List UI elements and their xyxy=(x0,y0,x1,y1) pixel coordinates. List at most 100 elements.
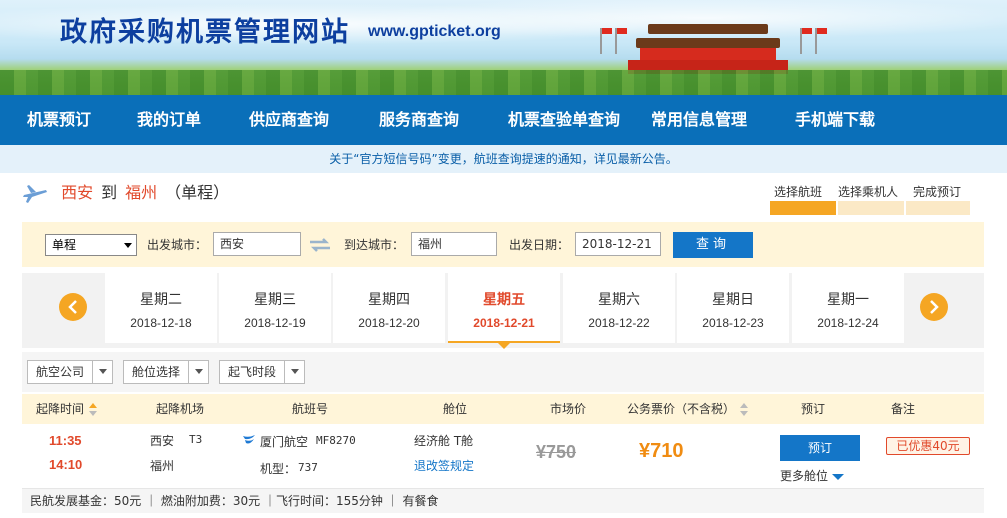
chevron-right-icon xyxy=(930,300,939,314)
th-market-price: 市场价 xyxy=(550,402,587,416)
flight-row: 11:35 14:10 西安 T3 福州 厦门航空 MF8270 机型： 737… xyxy=(22,425,984,489)
day-weekday: 星期四 xyxy=(368,292,410,308)
day-tab[interactable]: 星期三 2018-12-19 xyxy=(219,273,331,343)
departure-terminal: T3 xyxy=(189,433,203,446)
nav-item-mobile-download[interactable]: 手机端下载 xyxy=(795,95,875,145)
departure-airport: 西安 xyxy=(150,434,175,448)
nav-item-supplier-query[interactable]: 供应商查询 xyxy=(249,95,329,145)
day-weekday: 星期六 xyxy=(598,292,640,308)
tiananmen-illustration xyxy=(628,24,788,74)
chevron-down-icon xyxy=(92,361,112,383)
nav-item-ticket-booking[interactable]: 机票预订 xyxy=(27,95,91,145)
book-button[interactable]: 预订 xyxy=(780,435,860,461)
discount-badge: 已优惠40元 xyxy=(886,437,970,455)
step-select-flight: 选择航班 xyxy=(774,185,823,199)
header-banner: 政府采购机票管理网站 www.gpticket.org xyxy=(0,0,1007,95)
step-bar xyxy=(906,201,970,215)
flag-icon xyxy=(600,28,612,54)
day-date: 2018-12-21 xyxy=(473,316,535,330)
departure-time: 11:35 xyxy=(49,433,82,448)
step-bar xyxy=(838,201,904,215)
day-weekday: 星期一 xyxy=(827,292,869,308)
flight-number: MF8270 xyxy=(316,434,356,447)
next-day-button[interactable] xyxy=(920,293,948,321)
search-bar: 单程 出发城市： 西安 到达城市： 福州 出发日期： 2018-12-21 查询 xyxy=(22,222,984,267)
th-airport: 起降机场 xyxy=(156,402,205,416)
prev-day-button[interactable] xyxy=(59,293,87,321)
airline-name: 厦门航空 xyxy=(260,435,309,449)
day-tab[interactable]: 星期四 2018-12-20 xyxy=(333,273,445,343)
aircraft-label: 机型： xyxy=(260,462,297,476)
departure-time-filter[interactable]: 起飞时段 xyxy=(219,360,305,384)
arrival-airport: 福州 xyxy=(150,459,175,473)
nav-item-info-manage[interactable]: 常用信息管理 xyxy=(651,95,747,145)
day-weekday: 星期二 xyxy=(140,292,182,308)
trip-type-select[interactable]: 单程 xyxy=(45,234,137,256)
day-tab[interactable]: 星期二 2018-12-18 xyxy=(105,273,217,343)
flight-extra-info: 民航发展基金：50元 ｜ 燃油附加费：30元 ｜飞行时间：155分钟 ｜ 有餐食 xyxy=(22,489,984,513)
flag-icon xyxy=(615,28,627,54)
route-to-word: 到 xyxy=(101,183,118,202)
date-strip: 星期二 2018-12-18 星期三 2018-12-19 星期四 2018-1… xyxy=(22,273,984,349)
th-cabin: 舱位 xyxy=(443,402,468,416)
day-date: 2018-12-23 xyxy=(702,316,764,330)
route-from: 西安 xyxy=(61,183,94,202)
market-price: ¥750 xyxy=(536,442,577,462)
step-select-passenger: 选择乘机人 xyxy=(838,185,899,199)
swap-icon[interactable] xyxy=(308,237,332,253)
day-tab-active[interactable]: 星期五 2018-12-21 xyxy=(448,273,560,349)
xiamen-airlines-logo-icon xyxy=(243,435,255,444)
step-complete: 完成预订 xyxy=(913,185,962,199)
route-summary: 西安到福州 （单程） xyxy=(22,180,229,206)
arrival-time: 14:10 xyxy=(49,457,83,472)
flag-icon xyxy=(815,28,827,54)
airline-filter[interactable]: 航空公司 xyxy=(27,360,113,384)
chevron-down-icon xyxy=(188,361,208,383)
more-cabins-link[interactable]: 更多舱位 xyxy=(780,467,845,484)
cabin-filter-label: 舱位选择 xyxy=(132,365,181,379)
cabin-filter[interactable]: 舱位选择 xyxy=(123,360,209,384)
departure-time-filter-label: 起飞时段 xyxy=(228,365,277,379)
day-weekday: 星期日 xyxy=(712,292,754,308)
day-date: 2018-12-19 xyxy=(244,316,306,330)
route-trip-type: （单程） xyxy=(165,183,230,202)
nav-item-ticket-verify[interactable]: 机票查验单查询 xyxy=(508,95,620,145)
day-tab[interactable]: 星期一 2018-12-24 xyxy=(792,273,904,343)
th-gov-price[interactable]: 公务票价（不含税） xyxy=(627,394,749,424)
th-flight-no: 航班号 xyxy=(292,402,329,416)
day-date: 2018-12-24 xyxy=(817,316,879,330)
date-label: 出发日期： xyxy=(509,238,570,252)
nav-item-service-query[interactable]: 服务商查询 xyxy=(379,95,459,145)
day-tab[interactable]: 星期六 2018-12-22 xyxy=(563,273,675,343)
from-city-label: 出发城市： xyxy=(147,238,208,252)
to-city-label: 到达城市： xyxy=(344,238,405,252)
day-weekday: 星期三 xyxy=(254,292,296,308)
chevron-left-icon xyxy=(68,300,77,314)
main-nav: 机票预订 我的订单 供应商查询 服务商查询 机票查验单查询 常用信息管理 手机端… xyxy=(0,95,1007,145)
notice-banner[interactable]: 关于“官方短信号码”变更，航班查询提速的通知，详见最新公告。 xyxy=(0,145,1007,173)
th-time[interactable]: 起降时间 xyxy=(36,394,98,424)
refund-rules-link[interactable]: 退改签规定 xyxy=(414,457,474,474)
airline-filter-label: 航空公司 xyxy=(36,365,85,379)
cabin-class: 经济舱 T舱 xyxy=(414,434,474,448)
query-button[interactable]: 查询 xyxy=(673,232,753,258)
flight-table-header: 起降时间 起降机场 航班号 舱位 市场价 公务票价（不含税） 预订 备注 xyxy=(22,394,984,424)
chevron-down-icon xyxy=(124,243,132,248)
from-city-input[interactable]: 西安 xyxy=(213,232,301,256)
day-weekday: 星期五 xyxy=(483,292,525,308)
banner-trees xyxy=(0,70,1007,95)
route-to: 福州 xyxy=(125,183,158,202)
site-title: 政府采购机票管理网站 xyxy=(60,17,350,48)
nav-item-my-orders[interactable]: 我的订单 xyxy=(137,95,201,145)
site-url: www.gpticket.org xyxy=(368,23,501,40)
plane-icon xyxy=(23,184,47,203)
flag-icon xyxy=(800,28,812,54)
day-date: 2018-12-18 xyxy=(130,316,192,330)
day-date: 2018-12-22 xyxy=(588,316,650,330)
date-input[interactable]: 2018-12-21 xyxy=(575,232,661,256)
filter-bar: 航空公司 舱位选择 起飞时段 xyxy=(22,352,984,392)
to-city-input[interactable]: 福州 xyxy=(411,232,497,256)
chevron-down-icon xyxy=(832,473,845,480)
trip-type-value: 单程 xyxy=(52,238,77,252)
day-tab[interactable]: 星期日 2018-12-23 xyxy=(677,273,789,343)
